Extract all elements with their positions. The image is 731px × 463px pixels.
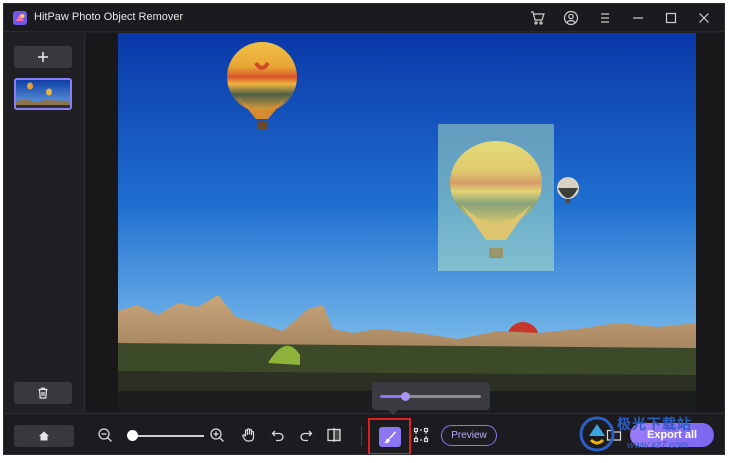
delete-image-button[interactable] [14,382,72,404]
app-title: HitPaw Photo Object Remover [34,11,184,23]
account-icon[interactable] [563,10,579,26]
zoom-slider-thumb[interactable] [127,430,139,441]
brush-icon [384,431,396,444]
watermark-text: 极光下载站 [617,416,692,432]
hitpaw-logo-icon [12,10,28,26]
brush-size-thumb[interactable] [400,392,410,401]
toolbar-divider [361,426,362,446]
site-watermark: 极光下载站 www.xz7.com [575,410,731,463]
zoom-in-icon[interactable] [209,427,225,443]
plus-icon [38,52,48,62]
title-bar: HitPaw Photo Object Remover [4,4,724,32]
zoom-slider-track[interactable] [129,435,204,437]
brush-tool-highlight [368,418,411,454]
add-image-button[interactable] [14,46,72,68]
minimize-icon[interactable] [630,10,646,26]
app-window: HitPaw Photo Object Remover Preview Expo… [3,3,725,455]
menu-icon[interactable] [597,10,613,26]
thumbnail-preview [16,80,70,108]
maximize-icon[interactable] [663,10,679,26]
watermark-logo-icon [579,416,615,452]
preview-button[interactable]: Preview [441,425,497,446]
undo-icon[interactable] [270,427,286,443]
brush-size-slider[interactable] [405,395,481,398]
brush-size-popup [372,382,490,415]
balloon-photo [118,33,696,414]
selected-object-area[interactable] [438,124,554,271]
photo-canvas[interactable] [118,33,696,414]
image-thumbnail[interactable] [14,78,72,110]
cart-icon[interactable] [530,10,546,26]
image-sidebar [4,33,85,412]
home-button[interactable] [14,425,74,447]
hand-icon[interactable] [241,427,257,443]
home-icon [39,431,49,441]
redo-icon[interactable] [298,427,314,443]
close-icon[interactable] [696,10,712,26]
zoom-out-icon[interactable] [97,427,113,443]
watermark-url: www.xz7.com [627,440,689,451]
box-select-icon[interactable] [413,427,429,443]
canvas-area[interactable] [86,33,724,414]
compare-icon[interactable] [326,427,342,443]
brush-tool-button[interactable] [379,427,401,447]
trash-icon [38,387,48,399]
